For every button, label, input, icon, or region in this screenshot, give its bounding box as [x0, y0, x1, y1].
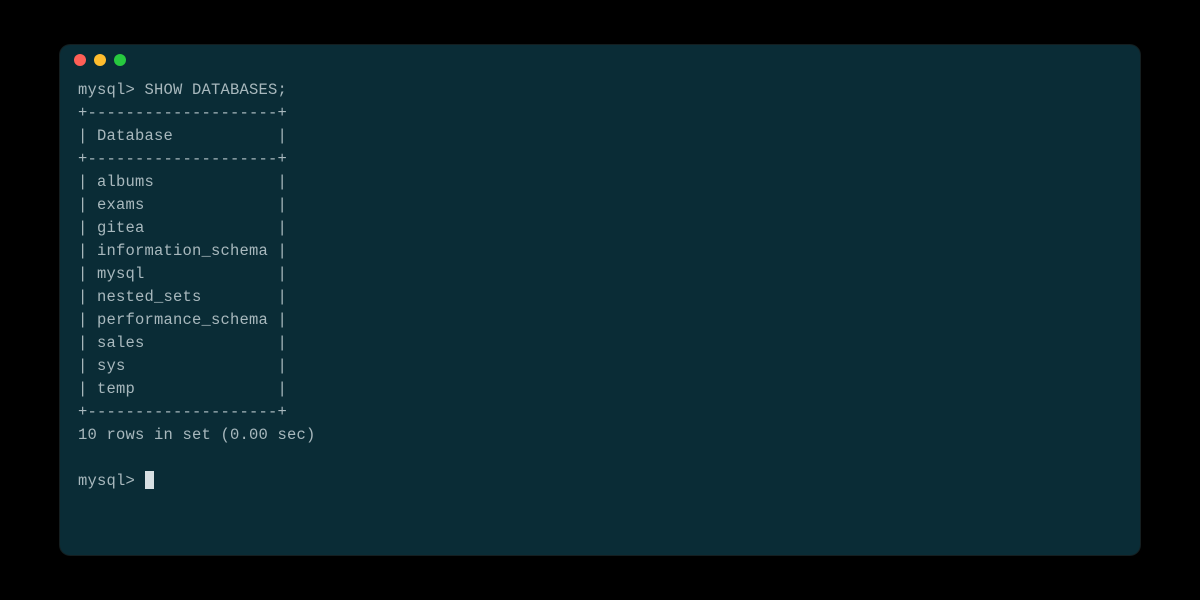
prompt: mysql> — [78, 81, 135, 99]
table-border: +--------------------+ — [78, 150, 287, 168]
cursor — [145, 471, 154, 489]
table-row: | gitea | — [78, 219, 287, 237]
table-row: | exams | — [78, 196, 287, 214]
table-row: | albums | — [78, 173, 287, 191]
minimize-icon[interactable] — [94, 54, 106, 66]
table-row: | temp | — [78, 380, 287, 398]
table-border: +--------------------+ — [78, 403, 287, 421]
terminal-body[interactable]: mysql> SHOW DATABASES; +----------------… — [60, 75, 1140, 511]
result-summary: 10 rows in set (0.00 sec) — [78, 426, 316, 444]
table-border: +--------------------+ — [78, 104, 287, 122]
close-icon[interactable] — [74, 54, 86, 66]
title-bar — [60, 45, 1140, 75]
table-row: | performance_schema | — [78, 311, 287, 329]
table-row: | sys | — [78, 357, 287, 375]
table-header: | Database | — [78, 127, 287, 145]
command-text: SHOW DATABASES; — [145, 81, 288, 99]
prompt: mysql> — [78, 472, 135, 490]
maximize-icon[interactable] — [114, 54, 126, 66]
terminal-window: mysql> SHOW DATABASES; +----------------… — [60, 45, 1140, 555]
table-row: | mysql | — [78, 265, 287, 283]
table-row: | nested_sets | — [78, 288, 287, 306]
table-row: | sales | — [78, 334, 287, 352]
table-row: | information_schema | — [78, 242, 287, 260]
